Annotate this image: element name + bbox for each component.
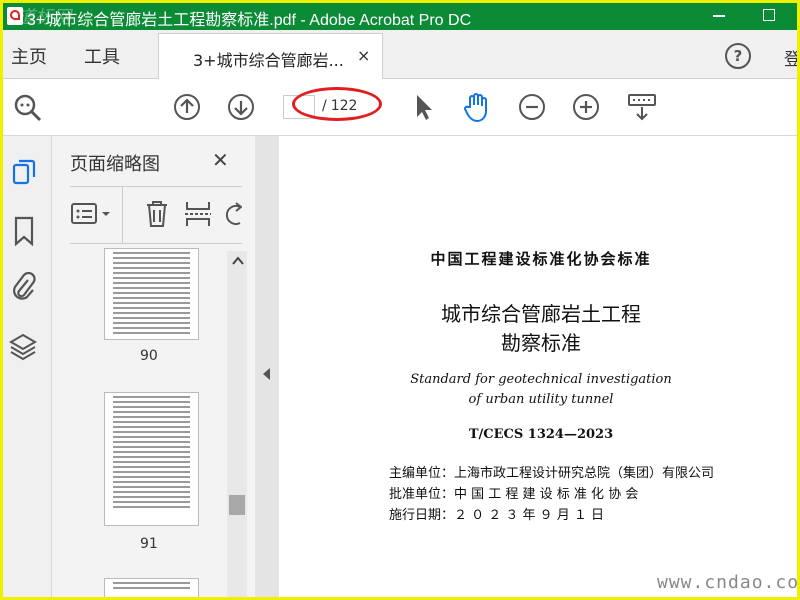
document-title-line2: 勘察标准 <box>501 331 581 355</box>
document-tab-label: 3+城市综合管廊岩... <box>193 51 344 70</box>
thumbnail-page-92[interactable] <box>104 578 199 597</box>
list-options-icon[interactable] <box>70 201 114 231</box>
page-view-icon[interactable] <box>627 93 657 127</box>
document-code: T/CECS 1324—2023 <box>468 427 614 442</box>
document-english-title-line1: Standard for geotechnical investigation <box>410 372 672 387</box>
thumbnail-list: 90 91 <box>62 248 230 597</box>
sign-in-link[interactable]: 登 <box>784 45 797 70</box>
select-pointer-icon[interactable] <box>413 93 435 125</box>
help-icon[interactable]: ? <box>725 43 751 69</box>
document-editor: 主编单位：上海市政工程设计研究总院（集团）有限公司 <box>389 466 715 481</box>
page-down-icon[interactable] <box>227 93 255 125</box>
document-title-line1: 城市综合管廊岩土工程 <box>441 302 641 326</box>
collapse-arrow-icon[interactable] <box>263 368 271 383</box>
page-total: /122 <box>322 98 357 114</box>
window-title: 3+城市综合管廊岩土工程勘察标准.pdf - Adobe Acrobat Pro… <box>27 12 472 29</box>
rotate-icon[interactable] <box>224 199 243 233</box>
app-window: 3+城市综合管廊岩土工程勘察标准.pdf - Adobe Acrobat Pro… <box>0 0 800 600</box>
bookmark-icon[interactable] <box>13 216 35 250</box>
tools-tab[interactable]: 工具 <box>84 43 120 69</box>
scrollbar-thumb[interactable] <box>229 495 245 515</box>
page-separator: / <box>322 98 327 114</box>
home-tab[interactable]: 主页 <box>11 43 47 69</box>
navigation-rail <box>3 136 52 597</box>
zoom-search-icon[interactable] <box>13 93 43 127</box>
page-count: 122 <box>330 98 358 114</box>
thumbnail-label: 91 <box>140 536 158 552</box>
page-up-icon[interactable] <box>173 93 201 125</box>
close-panel-icon[interactable]: ✕ <box>212 148 229 172</box>
thumbnail-page-90[interactable] <box>104 248 199 340</box>
thumbnail-page-91[interactable] <box>104 392 199 526</box>
maximize-icon[interactable] <box>763 9 775 21</box>
close-tab-icon[interactable]: × <box>357 46 370 65</box>
title-bar: 3+城市综合管廊岩土工程勘察标准.pdf - Adobe Acrobat Pro… <box>3 3 797 30</box>
panel-title: 页面缩略图 <box>70 154 160 175</box>
zoom-out-icon[interactable] <box>518 93 546 125</box>
thumbnail-label: 90 <box>140 348 158 364</box>
minimize-icon[interactable] <box>713 15 725 17</box>
document-page: 中国工程建设标准化协会标准 城市综合管廊岩土工程 勘察标准 Standard f… <box>279 136 800 597</box>
trash-icon[interactable] <box>144 199 170 233</box>
document-approver: 批准单位：中 国 工 程 建 设 标 准 化 协 会 <box>389 487 639 502</box>
page-number-input[interactable] <box>283 95 315 119</box>
document-effective-date: 施行日期：２ ０ ２ ３ 年 ９ 月 １ 日 <box>389 508 605 523</box>
tool-divider <box>122 187 123 243</box>
thumbnail-scrollbar[interactable] <box>227 251 247 597</box>
zoom-in-icon[interactable] <box>572 93 600 125</box>
watermark-logo: 道标网 <box>17 7 71 28</box>
document-english-title-line2: of urban utility tunnel <box>468 392 614 407</box>
page-thumbnails-icon[interactable] <box>11 158 37 190</box>
layers-icon[interactable] <box>9 332 37 366</box>
document-tab[interactable]: 3+城市综合管廊岩... × <box>158 33 383 79</box>
document-organization: 中国工程建设标准化协会标准 <box>430 250 652 268</box>
hand-tool-icon[interactable] <box>461 91 493 127</box>
panel-collapse-gutter[interactable] <box>255 136 279 597</box>
thumbnails-panel: 页面缩略图 ✕ 90 91 <box>52 136 255 597</box>
chevron-up-icon[interactable] <box>232 255 244 269</box>
attachment-icon[interactable] <box>11 271 37 306</box>
thumbnail-tools <box>70 186 243 244</box>
tab-bar: 主页 工具 3+城市综合管廊岩... × ? 登 <box>3 30 797 79</box>
extract-icon[interactable] <box>184 199 212 233</box>
site-watermark: www.cndao.com <box>657 572 800 593</box>
toolbar: /122 <box>3 79 797 136</box>
